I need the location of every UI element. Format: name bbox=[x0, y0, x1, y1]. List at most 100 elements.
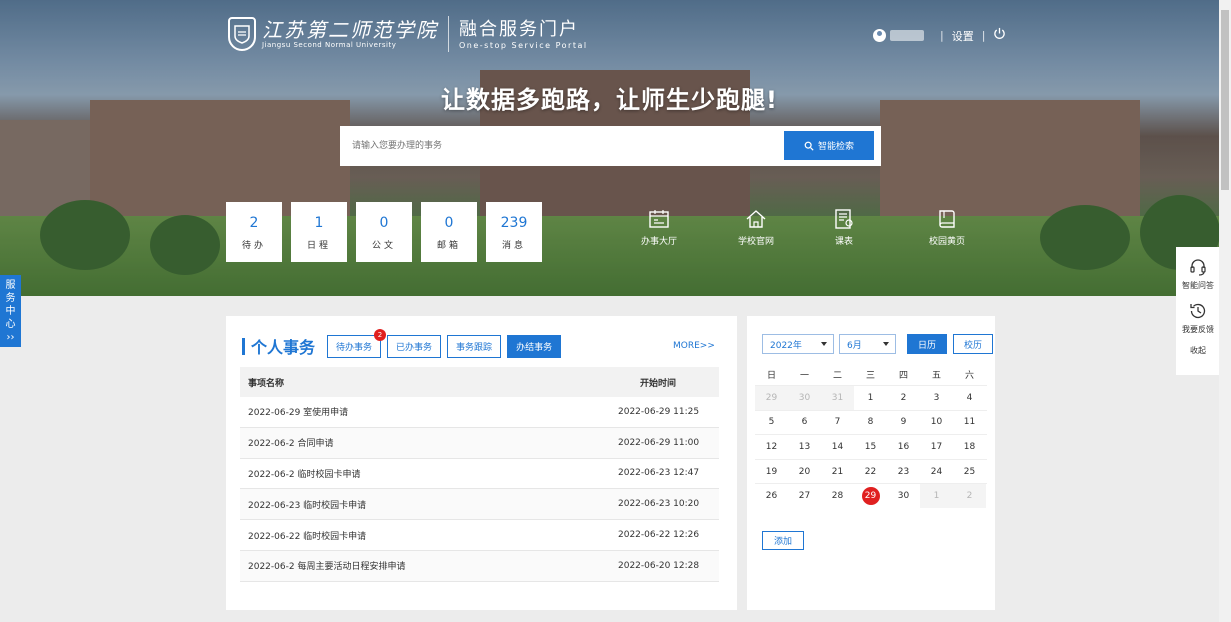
calendar-day[interactable]: 18 bbox=[953, 435, 986, 460]
hero-slogan: 让数据多跑路，让师生少跑腿! bbox=[441, 86, 778, 114]
calendar-day[interactable]: 28 bbox=[821, 484, 854, 509]
calendar-day[interactable]: 25 bbox=[953, 459, 986, 484]
affair-time: 2022-06-29 11:00 bbox=[618, 437, 700, 448]
service-center-tab[interactable]: 服 务 中 心 ›› bbox=[0, 275, 21, 347]
table-row[interactable]: 2022-06-2 每周主要活动日程安排申请 2022-06-20 12:28 bbox=[240, 550, 719, 582]
personal-affairs-panel: 个人事务 待办事务 2 已办事务 事务跟踪 办结事务 MORE>> 事项名称 开… bbox=[226, 316, 737, 610]
tab-label: 办结事务 bbox=[516, 342, 553, 353]
table-row[interactable]: 2022-06-29 室使用申请 2022-06-29 11:25 bbox=[240, 397, 719, 428]
table-row[interactable]: 2022-06-2 合同申请 2022-06-29 11:00 bbox=[240, 427, 719, 459]
timetable-icon bbox=[835, 209, 853, 229]
calendar-day[interactable]: 1 bbox=[920, 483, 953, 509]
avatar[interactable] bbox=[873, 29, 886, 42]
affairs-header: 个人事务 待办事务 2 已办事务 事务跟踪 办结事务 bbox=[242, 328, 562, 358]
weekday-label: 二 bbox=[832, 370, 842, 381]
logout-icon[interactable] bbox=[993, 27, 1006, 44]
search-input[interactable] bbox=[340, 126, 780, 166]
calendar-day[interactable]: 11 bbox=[953, 410, 986, 435]
today-marker: 29 bbox=[861, 487, 880, 506]
affair-time: 2022-06-29 11:25 bbox=[618, 406, 700, 417]
calendar-day[interactable]: 19 bbox=[755, 459, 788, 484]
quick-link-service-hall[interactable]: 办事大厅 bbox=[641, 208, 677, 247]
school-calendar-button[interactable]: 校历 bbox=[953, 334, 994, 354]
calendar-day[interactable]: 24 bbox=[920, 459, 953, 484]
stat-documents[interactable]: 0 公文 bbox=[356, 202, 412, 262]
site-logo[interactable]: 江苏第二师范学院 Jiangsu Second Normal Universit… bbox=[228, 16, 588, 52]
more-link[interactable]: MORE>> bbox=[673, 341, 715, 351]
quick-link-school-website[interactable]: 学校官网 bbox=[738, 208, 774, 247]
month-select[interactable]: 6月 bbox=[839, 334, 896, 354]
calendar-day[interactable]: 13 bbox=[788, 435, 821, 460]
calendar-day[interactable]: 7 bbox=[821, 410, 854, 435]
username-redacted[interactable] bbox=[890, 30, 924, 41]
calendar-view-button[interactable]: 日历 bbox=[907, 334, 948, 354]
calendar-day-today[interactable]: 29 bbox=[854, 484, 887, 509]
quick-link-yellow-pages[interactable]: 校园黄页 bbox=[929, 208, 965, 247]
calendar-week: 12 13 14 15 16 17 18 bbox=[755, 434, 987, 459]
tab-completed[interactable]: 办结事务 bbox=[507, 334, 562, 358]
calendar-day[interactable]: 31 bbox=[821, 385, 854, 411]
calendar-day[interactable]: 12 bbox=[755, 435, 788, 460]
calendar-day[interactable]: 1 bbox=[854, 386, 887, 411]
quick-link-timetable[interactable]: 课表 bbox=[833, 208, 855, 247]
calendar-day[interactable]: 27 bbox=[788, 484, 821, 509]
table-row[interactable]: 2022-06-22 临时校园卡申请 2022-06-22 12:26 bbox=[240, 520, 719, 551]
smart-qa-button[interactable]: 智能问答 bbox=[1182, 257, 1214, 291]
calendar-day[interactable]: 14 bbox=[821, 435, 854, 460]
calendar-grid: 日 一 二 三 四 五 六 29 30 31 1 2 3 4 5 6 7 8 9… bbox=[755, 363, 987, 509]
tab-label: 已办事务 bbox=[396, 342, 433, 353]
calendar-day[interactable]: 26 bbox=[755, 484, 788, 509]
stat-messages[interactable]: 239 消息 bbox=[486, 202, 542, 262]
affair-name: 2022-06-29 室使用申请 bbox=[248, 408, 349, 419]
calendar-day[interactable]: 9 bbox=[887, 410, 920, 435]
calendar-day[interactable]: 20 bbox=[788, 459, 821, 484]
scrollbar-thumb[interactable] bbox=[1221, 10, 1229, 190]
calendar-day[interactable]: 22 bbox=[854, 459, 887, 484]
calendar-week: 19 20 21 22 23 24 25 bbox=[755, 458, 987, 484]
year-select[interactable]: 2022年 bbox=[762, 334, 834, 354]
stat-label: 消息 bbox=[501, 240, 526, 251]
calendar-day[interactable]: 30 bbox=[788, 385, 821, 411]
collapse-button[interactable]: 收起 bbox=[1190, 345, 1206, 356]
calendar-day[interactable]: 29 bbox=[755, 385, 788, 411]
calendar-day[interactable]: 8 bbox=[854, 410, 887, 435]
calendar-day[interactable]: 30 bbox=[887, 484, 920, 509]
calendar-toolbar: 2022年 6月 日历 校历 bbox=[762, 334, 994, 354]
calendar-day[interactable]: 17 bbox=[920, 435, 953, 460]
table-row[interactable]: 2022-06-2 临时校园卡申请 2022-06-23 12:47 bbox=[240, 459, 719, 490]
stat-schedule[interactable]: 1 日程 bbox=[291, 202, 347, 262]
tab-tracking[interactable]: 事务跟踪 bbox=[447, 334, 502, 358]
tab-pending[interactable]: 待办事务 2 bbox=[327, 328, 387, 358]
headset-icon bbox=[1190, 259, 1206, 276]
calendar-day[interactable]: 23 bbox=[887, 459, 920, 484]
page-scrollbar[interactable] bbox=[1219, 0, 1231, 622]
weekday-label: 日 bbox=[766, 370, 776, 381]
stat-value: 0 bbox=[379, 214, 389, 231]
calendar-day[interactable]: 15 bbox=[854, 435, 887, 460]
calendar-day[interactable]: 6 bbox=[788, 410, 821, 435]
search-icon bbox=[804, 141, 814, 151]
quick-link-label: 校园黄页 bbox=[929, 237, 966, 247]
stat-mailbox[interactable]: 0 邮箱 bbox=[421, 202, 477, 262]
calendar-week: 5 6 7 8 9 10 11 bbox=[755, 409, 987, 435]
calendar-day[interactable]: 2 bbox=[887, 386, 920, 411]
calendar-day[interactable]: 21 bbox=[821, 459, 854, 484]
affair-name: 2022-06-2 合同申请 bbox=[248, 439, 334, 450]
calendar-day[interactable]: 3 bbox=[920, 386, 953, 411]
calendar-day[interactable]: 4 bbox=[953, 386, 986, 411]
smart-search-button[interactable]: 智能检索 bbox=[784, 131, 874, 160]
calendar-day[interactable]: 10 bbox=[920, 410, 953, 435]
feedback-button[interactable]: 我要反馈 bbox=[1182, 301, 1214, 335]
add-event-button[interactable]: 添加 bbox=[762, 531, 805, 550]
table-row[interactable]: 2022-06-23 临时校园卡申请 2022-06-23 10:20 bbox=[240, 489, 719, 521]
tab-done[interactable]: 已办事务 bbox=[387, 334, 442, 358]
weekday-label: 六 bbox=[964, 370, 974, 381]
calendar-day[interactable]: 16 bbox=[887, 435, 920, 460]
weekday-header: 日 一 二 三 四 五 六 bbox=[755, 363, 987, 385]
calendar-day[interactable]: 2 bbox=[953, 483, 986, 509]
settings-link[interactable]: 设置 bbox=[952, 28, 974, 44]
calendar-day[interactable]: 5 bbox=[755, 410, 788, 435]
stat-todo[interactable]: 2 待办 bbox=[226, 202, 282, 262]
calendar-week: 29 30 31 1 2 3 4 bbox=[755, 385, 987, 411]
logo-divider bbox=[448, 16, 449, 52]
